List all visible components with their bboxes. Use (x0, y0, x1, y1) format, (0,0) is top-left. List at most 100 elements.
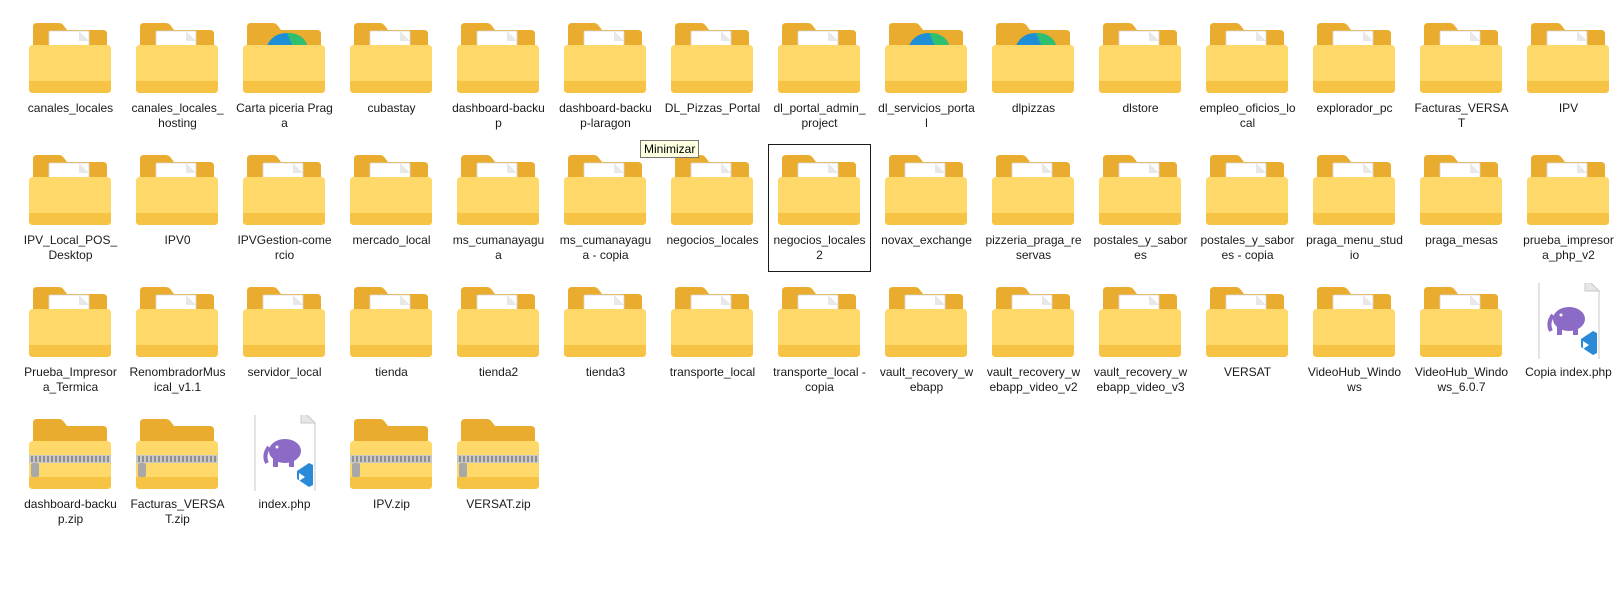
folder-icon (1097, 283, 1183, 359)
item-label: Facturas_VERSAT.zip (130, 497, 225, 526)
folder-item[interactable]: postales_y_sabores (1089, 144, 1192, 272)
zip-file-item[interactable]: dashboard-backup.zip (19, 408, 122, 536)
folder-icon (1311, 151, 1397, 227)
folder-item[interactable]: novax_exchange (875, 144, 978, 272)
folder-icon (1311, 19, 1397, 95)
folder-item[interactable]: postales_y_sabores - copia (1196, 144, 1299, 272)
folder-item[interactable]: IPVGestion-comercio (233, 144, 336, 272)
folder-icon (1525, 19, 1611, 95)
folder-item[interactable]: pizzeria_praga_reservas (982, 144, 1085, 272)
folder-item[interactable]: transporte_local (661, 276, 764, 404)
item-label: vault_recovery_webapp_video_v3 (1093, 365, 1188, 394)
folder-item[interactable]: vault_recovery_webapp_video_v2 (982, 276, 1085, 404)
php-file-item[interactable]: index.php (233, 408, 336, 536)
item-label: dl_servicios_portal (878, 101, 975, 130)
folder-icon (562, 151, 648, 227)
php-file-item[interactable]: Copia index.php (1517, 276, 1620, 404)
item-label: ms_cumanayagua (452, 233, 545, 262)
item-label: negocios_locales (666, 233, 759, 247)
folder-item[interactable]: vault_recovery_webapp_video_v3 (1089, 276, 1192, 404)
folder-icon (455, 19, 541, 95)
folder-icon (1311, 283, 1397, 359)
folder-icon (669, 283, 755, 359)
folder-item[interactable]: mercado_local (340, 144, 443, 272)
folder-icon (1418, 19, 1504, 95)
item-label: dashboard-backup (452, 101, 545, 130)
php-file-icon (241, 415, 327, 491)
folder-icon (1204, 283, 1290, 359)
folder-item[interactable]: dashboard-backup-laragon (554, 12, 657, 140)
item-label: transporte_local (669, 365, 756, 379)
item-label: servidor_local (247, 365, 322, 379)
item-label: dashboard-backup-laragon (559, 101, 652, 130)
folder-icon (990, 151, 1076, 227)
item-label: mercado_local (352, 233, 431, 247)
folder-item[interactable]: ms_cumanayagua - copia (554, 144, 657, 272)
folder-icon (241, 151, 327, 227)
folder-item[interactable]: ms_cumanayagua (447, 144, 550, 272)
folder-icon (134, 19, 220, 95)
folder-item[interactable]: empleo_oficios_local (1196, 12, 1299, 140)
folder-icon (883, 283, 969, 359)
item-label: transporte_local - copia (773, 365, 866, 394)
folder-item[interactable]: Facturas_VERSAT (1410, 12, 1513, 140)
folder-item[interactable]: dl_servicios_portal (875, 12, 978, 140)
folder-item[interactable]: Carta piceria Praga (233, 12, 336, 140)
zip-file-item[interactable]: VERSAT.zip (447, 408, 550, 536)
folder-item[interactable]: negocios_locales2 (768, 144, 871, 272)
folder-item[interactable]: tienda (340, 276, 443, 404)
folder-icon: # (776, 283, 862, 359)
zip-file-item[interactable]: IPV.zip (340, 408, 443, 536)
folder-item[interactable]: prueba_impresora_php_v2 (1517, 144, 1620, 272)
item-label: pizzeria_praga_reservas (985, 233, 1082, 262)
zip-file-item[interactable]: Facturas_VERSAT.zip (126, 408, 229, 536)
item-label: index.php (258, 497, 311, 511)
folder-item[interactable]: IPV_Local_POS_Desktop (19, 144, 122, 272)
folder-item[interactable]: dlpizzas (982, 12, 1085, 140)
folder-item[interactable]: VERSAT (1196, 276, 1299, 404)
folder-item[interactable]: servidor_local (233, 276, 336, 404)
item-label: Copia index.php (1525, 365, 1612, 379)
item-label: prueba_impresora_php_v2 (1523, 233, 1614, 262)
folder-icon (348, 151, 434, 227)
folder-item[interactable]: dl_portal_admin_project (768, 12, 871, 140)
folder-item[interactable]: IPV (1517, 12, 1620, 140)
item-label: Prueba_Impresora_Termica (24, 365, 117, 394)
zip-folder-icon (134, 415, 220, 491)
folder-item[interactable]: vault_recovery_webapp (875, 276, 978, 404)
item-label: vault_recovery_webapp (879, 365, 974, 394)
folder-item[interactable]: praga_mesas (1410, 144, 1513, 272)
folder-item[interactable]: RenombradorMusical_v1.1 (126, 276, 229, 404)
folder-item[interactable]: tienda2 (447, 276, 550, 404)
folder-item[interactable]: IPV0 (126, 144, 229, 272)
folder-item[interactable]: dlstore (1089, 12, 1192, 140)
folder-item[interactable]: canales_locales (19, 12, 122, 140)
folder-icon (562, 283, 648, 359)
folder-item[interactable]: canales_locales_hosting (126, 12, 229, 140)
folder-icon (990, 19, 1076, 95)
folder-item[interactable]: praga_menu_studio (1303, 144, 1406, 272)
zip-folder-icon (27, 415, 113, 491)
folder-icon (134, 283, 220, 359)
item-label: Carta piceria Praga (236, 101, 333, 130)
item-label: canales_locales_hosting (131, 101, 224, 130)
folder-item[interactable]: VideoHub_Windows_6.0.7 (1410, 276, 1513, 404)
folder-item[interactable]: negocios_locales (661, 144, 764, 272)
item-label: postales_y_sabores (1093, 233, 1188, 262)
item-label: VERSAT.zip (466, 497, 531, 511)
item-label: VideoHub_Windows (1307, 365, 1402, 394)
folder-item[interactable]: VideoHub_Windows (1303, 276, 1406, 404)
item-label: explorador_pc (1316, 101, 1393, 115)
folder-icon (348, 19, 434, 95)
folder-item[interactable]: dashboard-backup (447, 12, 550, 140)
folder-icon (455, 151, 541, 227)
folder-item[interactable]: DL_Pizzas_Portal (661, 12, 764, 140)
folder-icon (241, 19, 327, 95)
folder-item[interactable]: tienda3 (554, 276, 657, 404)
folder-icon (990, 283, 1076, 359)
folder-item[interactable]: Prueba_Impresora_Termica (19, 276, 122, 404)
folder-item[interactable]: explorador_pc (1303, 12, 1406, 140)
folder-item[interactable]: # transporte_local - copia (768, 276, 871, 404)
item-label: RenombradorMusical_v1.1 (129, 365, 226, 394)
folder-item[interactable]: cubastay (340, 12, 443, 140)
